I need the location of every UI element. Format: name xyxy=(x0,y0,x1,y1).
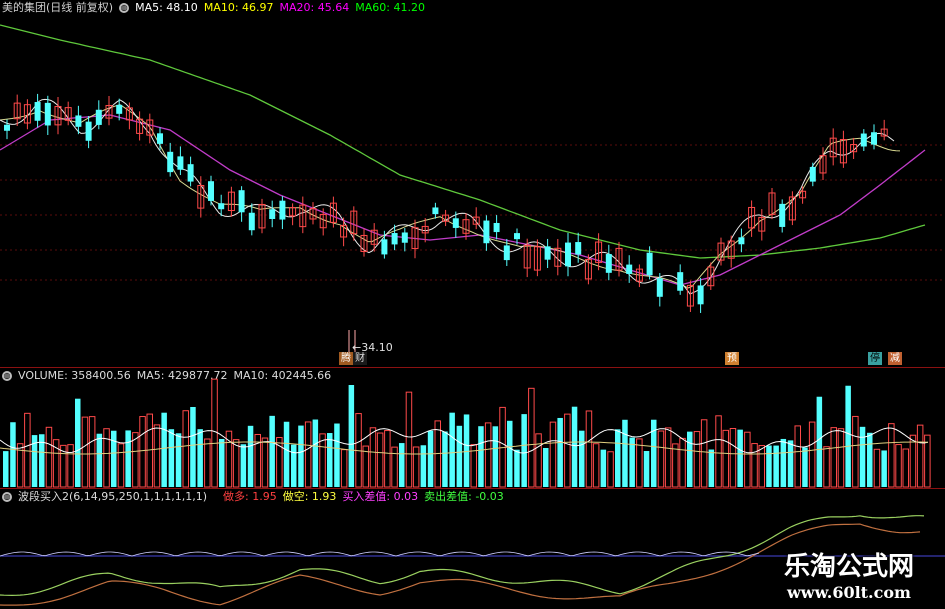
indicator-chart[interactable] xyxy=(0,0,945,609)
watermark-url: www.60lt.com xyxy=(787,583,911,602)
watermark: 乐淘公式网 www.60lt.com xyxy=(759,551,939,603)
watermark-title: 乐淘公式网 xyxy=(783,552,914,582)
